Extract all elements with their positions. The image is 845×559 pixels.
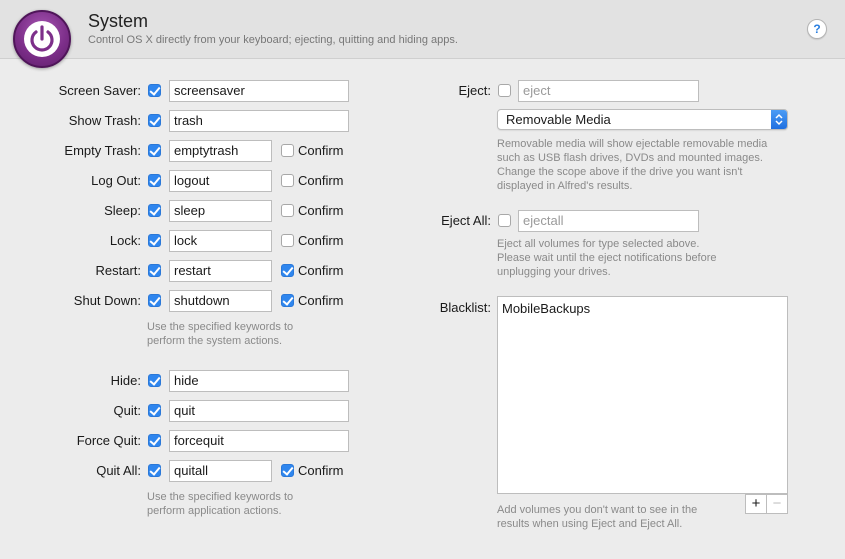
empty-trash-checkbox[interactable] — [148, 144, 161, 157]
eject-keyword-field[interactable]: eject — [518, 80, 699, 102]
screen-saver-checkbox[interactable] — [148, 84, 161, 97]
lock-confirm-label: Confirm — [298, 233, 344, 248]
add-volume-button[interactable]: + — [745, 494, 767, 514]
hide-checkbox[interactable] — [148, 374, 161, 387]
help-button[interactable]: ? — [807, 19, 827, 39]
eject-all-label: Eject All: — [441, 213, 491, 228]
empty-trash-keyword-field[interactable]: emptytrash — [169, 140, 272, 162]
sleep-keyword-field[interactable]: sleep — [169, 200, 272, 222]
hint-line: Use the specified keywords to — [147, 491, 294, 503]
hint-line: Removable media will show ejectable remo… — [497, 138, 768, 150]
blacklist-hint: Add volumes you don't want to see in the… — [497, 503, 697, 531]
quit-checkbox[interactable] — [148, 404, 161, 417]
hint-line: perform the system actions. — [147, 335, 283, 347]
restart-confirm-label: Confirm — [298, 263, 344, 278]
hide-label: Hide: — [110, 373, 141, 388]
screen-saver-keyword-field[interactable]: screensaver — [169, 80, 349, 102]
quit-keyword-field[interactable]: quit — [169, 400, 349, 422]
force-quit-keyword-field[interactable]: forcequit — [169, 430, 349, 452]
hint-line: Eject all volumes for type selected abov… — [497, 238, 700, 250]
shut-down-keyword-field[interactable]: shutdown — [169, 290, 272, 312]
show-trash-checkbox[interactable] — [148, 114, 161, 127]
sleep-confirm-checkbox[interactable] — [281, 204, 294, 217]
shut-down-label: Shut Down: — [73, 293, 141, 308]
empty-trash-confirm-checkbox[interactable] — [281, 144, 294, 157]
force-quit-label: Force Quit: — [76, 433, 141, 448]
sleep-checkbox[interactable] — [148, 204, 161, 217]
eject-all-keyword-field[interactable]: ejectall — [518, 210, 699, 232]
hint-line: Change the scope above if the drive you … — [497, 166, 743, 178]
force-quit-checkbox[interactable] — [148, 434, 161, 447]
log-out-confirm-checkbox[interactable] — [281, 174, 294, 187]
lock-keyword-field[interactable]: lock — [169, 230, 272, 252]
log-out-label: Log Out: — [91, 173, 141, 188]
log-out-checkbox[interactable] — [148, 174, 161, 187]
lock-checkbox[interactable] — [148, 234, 161, 247]
blacklist-label: Blacklist: — [439, 300, 491, 315]
page-title: System — [88, 11, 149, 31]
lock-confirm-checkbox[interactable] — [281, 234, 294, 247]
restart-confirm-checkbox[interactable] — [281, 264, 294, 277]
log-out-confirm-label: Confirm — [298, 173, 344, 188]
power-icon — [13, 10, 71, 68]
hint-line: perform application actions. — [147, 505, 282, 517]
shut-down-confirm-checkbox[interactable] — [281, 294, 294, 307]
page-subtitle: Control OS X directly from your keyboard… — [88, 34, 458, 46]
eject-scope-value: Removable Media — [506, 112, 611, 127]
restart-label: Restart: — [95, 263, 141, 278]
eject-all-hint: Eject all volumes for type selected abov… — [497, 237, 717, 279]
hint-line: Use the specified keywords to — [147, 321, 294, 333]
hint-line: Add volumes you don't want to see in the — [497, 504, 698, 516]
restart-checkbox[interactable] — [148, 264, 161, 277]
eject-checkbox[interactable] — [498, 84, 511, 97]
show-trash-keyword-field[interactable]: trash — [169, 110, 349, 132]
screen-saver-label: Screen Saver: — [58, 83, 141, 98]
eject-hint: Removable media will show ejectable remo… — [497, 137, 767, 193]
eject-label: Eject: — [458, 83, 491, 98]
blacklist-textarea[interactable]: MobileBackups — [497, 296, 788, 494]
hint-line: displayed in Alfred's results. — [497, 180, 633, 192]
hint-line: Please wait until the eject notification… — [497, 252, 717, 264]
system-actions-hint: Use the specified keywords to perform th… — [147, 320, 293, 348]
sleep-label: Sleep: — [104, 203, 141, 218]
remove-volume-button[interactable]: − — [766, 494, 788, 514]
quit-all-label: Quit All: — [96, 463, 141, 478]
sleep-confirm-label: Confirm — [298, 203, 344, 218]
hint-line: results when using Eject and Eject All. — [497, 518, 683, 530]
blacklist-entry: MobileBackups — [502, 301, 591, 316]
shut-down-confirm-label: Confirm — [298, 293, 344, 308]
quit-all-confirm-checkbox[interactable] — [281, 464, 294, 477]
quit-all-keyword-field[interactable]: quitall — [169, 460, 272, 482]
restart-keyword-field[interactable]: restart — [169, 260, 272, 282]
lock-label: Lock: — [109, 233, 141, 248]
empty-trash-confirm-label: Confirm — [298, 143, 344, 158]
empty-trash-label: Empty Trash: — [64, 143, 141, 158]
quit-label: Quit: — [113, 403, 141, 418]
show-trash-label: Show Trash: — [68, 113, 141, 128]
eject-scope-select[interactable]: Removable Media — [497, 109, 788, 130]
hide-keyword-field[interactable]: hide — [169, 370, 349, 392]
hint-line: unplugging your drives. — [497, 266, 611, 278]
quit-all-checkbox[interactable] — [148, 464, 161, 477]
hint-line: such as USB flash drives, DVDs and mount… — [497, 152, 763, 164]
app-actions-hint: Use the specified keywords to perform ap… — [147, 490, 293, 518]
shut-down-checkbox[interactable] — [148, 294, 161, 307]
eject-all-checkbox[interactable] — [498, 214, 511, 227]
select-arrows-icon — [771, 110, 787, 129]
log-out-keyword-field[interactable]: logout — [169, 170, 272, 192]
quit-all-confirm-label: Confirm — [298, 463, 344, 478]
